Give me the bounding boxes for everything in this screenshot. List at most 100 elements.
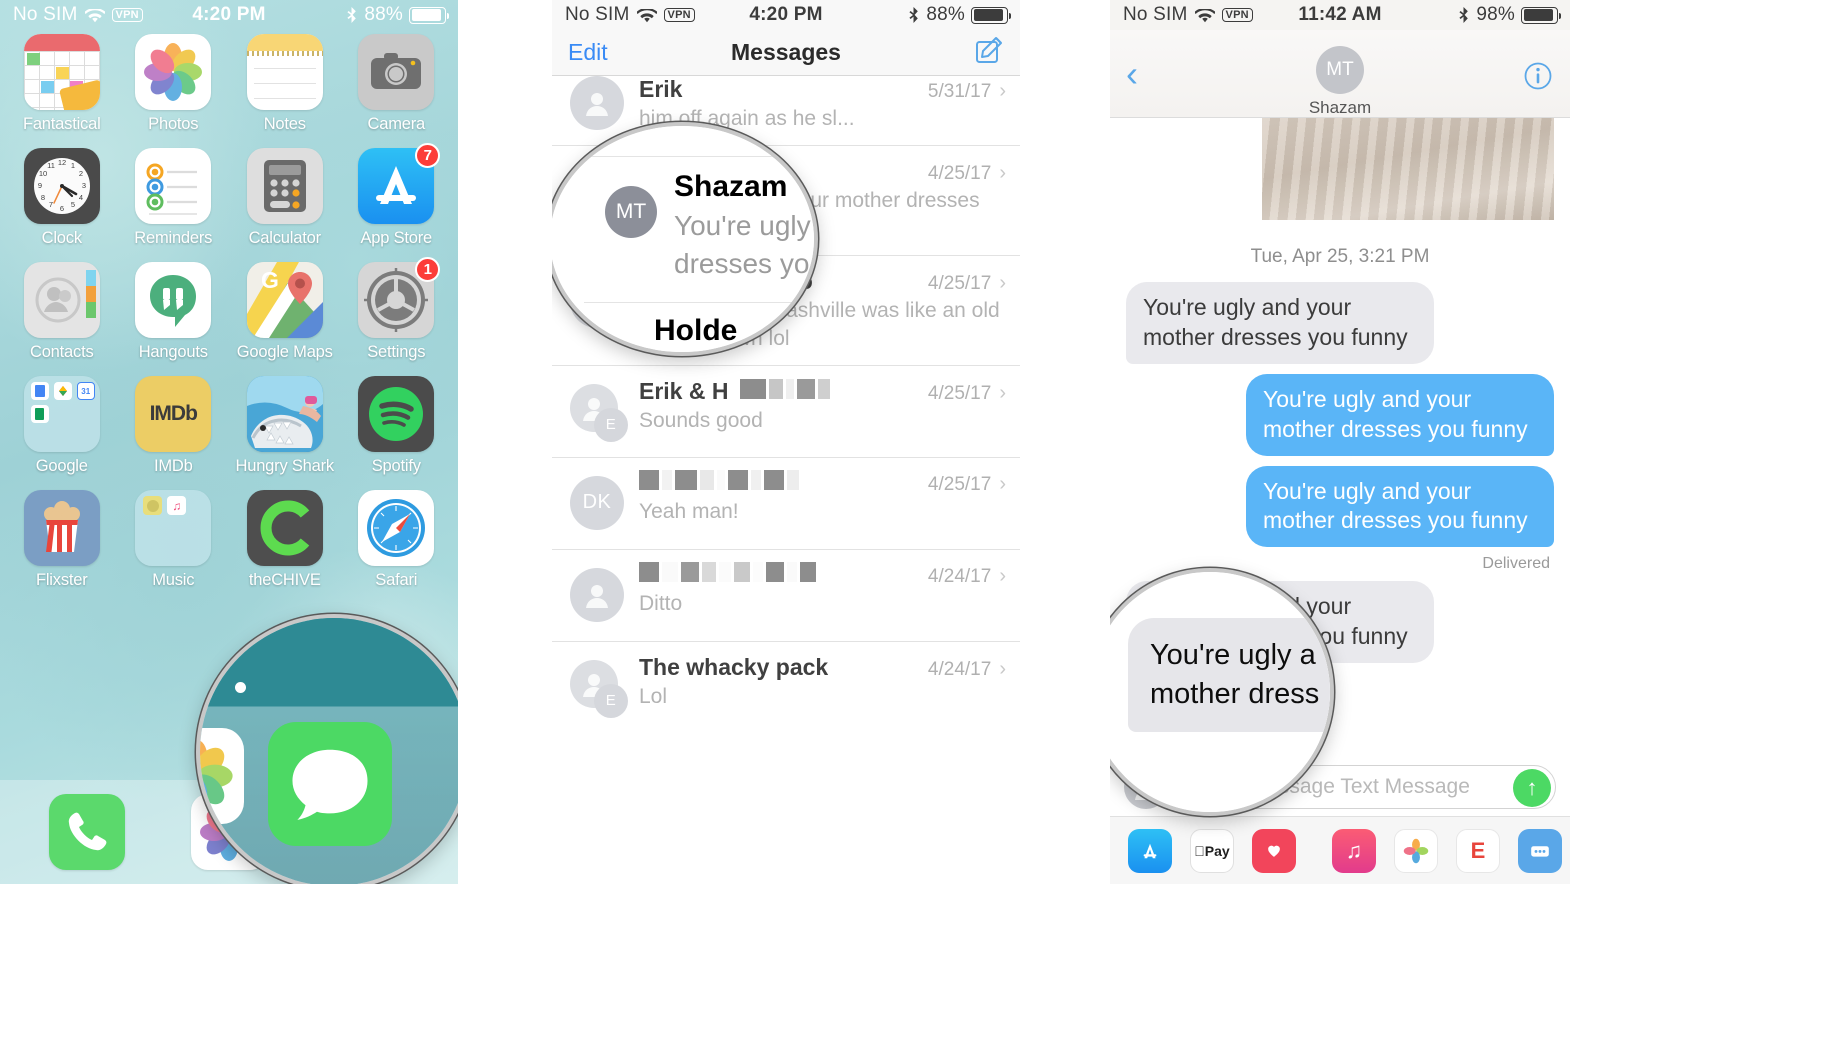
status-bar: No SIM VPN 11:42 AM 98% xyxy=(1110,0,1570,30)
list-item[interactable]: DK 4/25/17 › Yeah man! xyxy=(552,458,1020,550)
app-spotify[interactable]: Spotify xyxy=(341,376,453,476)
message-bubble-outgoing[interactable]: You're ugly and your mother dresses you … xyxy=(1246,465,1554,548)
app-safari[interactable]: Safari xyxy=(341,490,453,590)
message-bubble-outgoing[interactable]: You're ugly and your mother dresses you … xyxy=(1246,373,1554,456)
app-fantastical[interactable]: Fantastical xyxy=(6,34,118,134)
vpn-badge: VPN xyxy=(1221,7,1253,23)
app-clock[interactable]: 12 1 2 345 678 9 10 11 Clock xyxy=(6,148,118,248)
icon-wrap xyxy=(23,490,100,566)
app-label: Photos xyxy=(148,115,199,133)
conversation-header: ‹ MT Shazam xyxy=(1110,30,1570,118)
conversation-date: 5/31/17 xyxy=(927,81,992,102)
status-left: No SIM VPN xyxy=(1110,4,1253,26)
row-top: The whacky pack 4/24/17 › xyxy=(639,654,1006,681)
app-settings[interactable]: 1 Settings xyxy=(341,257,453,362)
icon-wrap xyxy=(358,376,435,452)
app-camera[interactable]: Camera xyxy=(341,34,453,134)
conversation-date: 4/25/17 xyxy=(927,272,992,294)
app-app-store[interactable]: 7 App Store xyxy=(341,143,453,248)
back-chevron-icon[interactable]: ‹ xyxy=(1126,56,1138,92)
person-icon xyxy=(586,93,608,116)
status-right: 88% xyxy=(346,4,458,26)
list-item[interactable]: 4/24/17 › Ditto xyxy=(552,550,1020,642)
e-app-icon[interactable]: E xyxy=(1456,828,1500,873)
app-calculator[interactable]: Calculator xyxy=(229,148,341,248)
conversation-name: Erik xyxy=(639,76,683,102)
wifi-icon xyxy=(635,7,658,23)
icon-wrap xyxy=(23,262,100,338)
conversation-date: 4/25/17 xyxy=(927,473,992,495)
avatar[interactable]: MT xyxy=(1316,46,1364,94)
app-contacts[interactable]: Contacts xyxy=(6,262,118,362)
app-reminders[interactable]: Reminders xyxy=(118,148,230,248)
digital-touch-icon[interactable] xyxy=(1252,828,1296,873)
magnified-avatar: MT xyxy=(605,186,657,238)
reminders-icon xyxy=(135,148,212,224)
iphone-home-screen-panel: No SIM VPN 4:20 PM 88% Fantastical Photo… xyxy=(0,0,458,884)
imessage-app-drawer[interactable]: Pay ♫ E xyxy=(1110,816,1570,884)
app-label: Hangouts xyxy=(138,343,208,361)
more-apps-icon[interactable] xyxy=(1518,828,1562,873)
vpn-badge: VPN xyxy=(663,7,695,23)
icon-wrap xyxy=(246,34,323,110)
status-right: 98% xyxy=(1458,4,1570,26)
battery-icon xyxy=(1521,6,1561,24)
app-label: theCHIVE xyxy=(248,571,321,589)
flixster-popcorn-icon xyxy=(23,490,100,566)
list-item[interactable]: E Erik & H 4/25/17 › Sounds good xyxy=(552,366,1020,458)
app-label: Clock xyxy=(41,229,82,247)
battery-icon xyxy=(971,6,1011,24)
chevron-right-icon: › xyxy=(999,161,1006,184)
svg-text:12: 12 xyxy=(58,158,66,167)
app-label: Google xyxy=(35,457,88,475)
app-folder-music[interactable]: ♫ Music xyxy=(118,490,230,590)
magnified-bubble-content: You're ugly a mother dress xyxy=(1110,572,1330,812)
app-flixster[interactable]: Flixster xyxy=(6,490,118,590)
app-label: Reminders xyxy=(134,229,213,247)
chevron-right-icon: › xyxy=(999,472,1006,495)
icon-wrap: 12 1 2 345 678 9 10 11 xyxy=(23,148,100,224)
app-store-icon[interactable] xyxy=(1128,828,1172,873)
app-folder-google[interactable]: 31 Google xyxy=(6,376,118,476)
svg-text:G: G xyxy=(261,267,279,293)
info-icon[interactable] xyxy=(1524,62,1552,90)
icon-wrap xyxy=(246,490,323,566)
icon-wrap: 1 xyxy=(358,257,441,338)
phone-icon[interactable] xyxy=(49,794,125,870)
music-icon[interactable]: ♫ xyxy=(1332,828,1376,873)
avatar: DK xyxy=(570,475,624,530)
row-body: 4/25/17 › Yeah man! xyxy=(624,469,1006,537)
app-hungry-shark[interactable]: Hungry Shark xyxy=(229,376,341,476)
app-hangouts[interactable]: Hangouts xyxy=(118,262,230,362)
row-top: 4/25/17 › xyxy=(639,469,1006,496)
app-notes[interactable]: Notes xyxy=(229,34,341,134)
thechive-icon xyxy=(246,490,323,566)
conversation-name: The whacky pack xyxy=(639,653,829,680)
apple-pay-icon[interactable]: Pay xyxy=(1190,828,1234,873)
photo-attachment[interactable] xyxy=(1262,118,1554,220)
send-arrow-icon[interactable]: ↑ xyxy=(1513,769,1551,807)
magnified-preview-line1: You're ugly xyxy=(674,210,811,241)
app-label: Fantastical xyxy=(22,115,101,133)
compose-icon[interactable] xyxy=(974,35,1004,70)
magnified-conversation-name: Shazam xyxy=(674,170,788,203)
magnified-page-dots xyxy=(204,680,247,698)
app-photos[interactable]: Photos xyxy=(118,34,230,134)
app-imdb[interactable]: IMDb IMDb xyxy=(118,376,230,476)
carrier-label: No SIM xyxy=(565,4,630,25)
app-thechive[interactable]: theCHIVE xyxy=(229,490,341,590)
conversation-date: 4/24/17 xyxy=(927,658,992,680)
icon-wrap xyxy=(135,262,212,338)
avatar xyxy=(570,76,624,130)
chevron-right-icon: › xyxy=(999,564,1006,587)
magnified-shazam-row: MT Shazam You're ugly dresses yo Holde xyxy=(552,126,814,352)
app-google-maps[interactable]: G Google Maps xyxy=(229,262,341,362)
photos-icon[interactable] xyxy=(1394,828,1438,873)
magnified-messages-icon[interactable] xyxy=(268,722,392,846)
magnifier-shazam-row: MT Shazam You're ugly dresses yo Holde xyxy=(552,122,818,356)
edit-button[interactable]: Edit xyxy=(568,39,608,66)
page-title: Messages xyxy=(731,39,841,65)
message-bubble-incoming[interactable]: You're ugly and your mother dresses you … xyxy=(1126,282,1434,364)
chevron-right-icon: › xyxy=(999,271,1006,294)
list-item[interactable]: E The whacky pack 4/24/17 › Lol xyxy=(552,642,1020,734)
